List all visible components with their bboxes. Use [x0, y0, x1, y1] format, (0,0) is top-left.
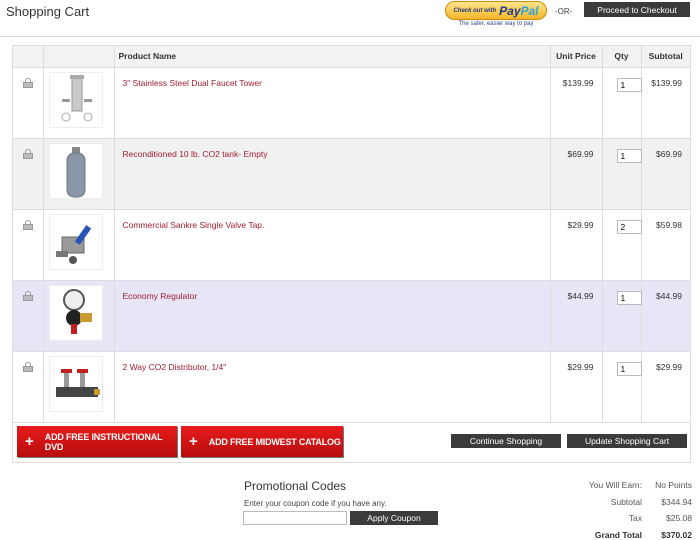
faucet-tower-image[interactable] — [48, 71, 103, 128]
lock-icon[interactable] — [22, 290, 33, 301]
sanke-tap-image[interactable] — [48, 213, 103, 270]
qty-input[interactable] — [616, 148, 642, 163]
distributor-image[interactable] — [48, 355, 103, 412]
paypal-checkout-button[interactable]: Check out with PayPal The safer, easier … — [445, 1, 547, 29]
row-subtotal: $59.98 — [640, 209, 690, 281]
paypal-logo: PayPal — [499, 4, 538, 18]
table-row: 3" Stainless Steel Dual Faucet Tower $13… — [13, 67, 690, 139]
tax-value: $25.08 — [666, 513, 692, 523]
apply-coupon-button[interactable]: Apply Coupon — [350, 511, 438, 525]
points-label: You Will Earn: — [588, 480, 642, 490]
header-divider — [0, 36, 700, 37]
points-value: No Points — [655, 480, 692, 490]
tax-label: Tax — [628, 513, 642, 523]
table-row: 2 Way CO2 Distributor, 1/4" $29.99 $29.9… — [13, 351, 690, 423]
unit-price: $44.99 — [549, 280, 602, 352]
add-free-dvd-label: ADD FREE INSTRUCTIONAL DVD — [44, 431, 163, 452]
product-link[interactable]: Economy Regulator — [123, 291, 198, 301]
promo-title: Promotional Codes — [244, 479, 347, 493]
cart-table: Product Name Unit Price Qty Subtotal 3" … — [13, 46, 690, 423]
page-title: Shopping Cart — [6, 4, 90, 19]
col-subtotal: Subtotal — [640, 46, 690, 68]
row-subtotal: $139.99 — [640, 67, 690, 139]
paypal-logo-pal: Pal — [520, 3, 539, 18]
paypal-tagline: The safer, easier way to pay — [458, 21, 534, 27]
unit-price: $139.99 — [549, 67, 602, 139]
continue-shopping-button[interactable]: Continue Shopping — [451, 434, 561, 448]
paypal-logo-pay: Pay — [499, 3, 521, 18]
product-link[interactable]: 2 Way CO2 Distributor, 1/4" — [123, 362, 227, 372]
grand-total-label: Grand Total — [594, 529, 642, 540]
add-free-dvd-button[interactable]: + ADD FREE INSTRUCTIONAL DVD — [17, 426, 177, 457]
add-free-catalog-button[interactable]: + ADD FREE MIDWEST CATALOG — [181, 426, 343, 457]
proceed-to-checkout-button[interactable]: Proceed to Checkout — [584, 2, 690, 17]
grand-total-value: $370.02 — [661, 529, 692, 540]
lock-icon[interactable] — [22, 361, 33, 372]
add-free-catalog-label: ADD FREE MIDWEST CATALOG — [208, 436, 341, 447]
regulator-image[interactable] — [48, 284, 103, 341]
grand-total-row: Grand Total $370.02 — [560, 530, 692, 540]
col-lock — [13, 46, 43, 68]
points-row: You Will Earn: No Points — [560, 480, 692, 497]
qty-input[interactable] — [616, 219, 642, 234]
or-separator: -OR- — [555, 7, 573, 16]
lock-icon[interactable] — [22, 77, 33, 88]
paypal-checkout-label: Check out with — [453, 7, 497, 14]
col-image — [42, 46, 114, 68]
unit-price: $69.99 — [549, 138, 602, 210]
col-qty: Qty — [601, 46, 641, 68]
plus-icon: + — [189, 433, 198, 450]
table-row: Reconditioned 10 lb. CO2 tank- Empty $69… — [13, 138, 690, 210]
promo-hint: Enter your coupon code if you have any. — [244, 499, 387, 508]
cart-header-row: Product Name Unit Price Qty Subtotal — [13, 46, 690, 68]
col-product-name: Product Name — [113, 46, 550, 68]
update-cart-button[interactable]: Update Shopping Cart — [567, 434, 687, 448]
table-row: Economy Regulator $44.99 $44.99 — [13, 280, 690, 352]
tax-row: Tax $25.08 — [560, 513, 692, 530]
subtotal-value: $344.94 — [661, 496, 692, 507]
subtotal-label: Subtotal — [610, 496, 642, 507]
qty-input[interactable] — [616, 290, 642, 305]
col-unit-price: Unit Price — [549, 46, 602, 68]
paypal-pill[interactable]: Check out with PayPal — [445, 1, 547, 20]
unit-price: $29.99 — [549, 351, 602, 423]
lock-icon[interactable] — [22, 148, 33, 159]
row-subtotal: $69.99 — [640, 138, 690, 210]
qty-input[interactable] — [616, 77, 642, 92]
qty-input[interactable] — [616, 361, 642, 376]
subtotal-row: Subtotal $344.94 — [560, 497, 692, 514]
lock-icon[interactable] — [22, 219, 33, 230]
product-link[interactable]: Commercial Sankre Single Valve Tap. — [123, 220, 265, 230]
table-row: Commercial Sankre Single Valve Tap. $29.… — [13, 209, 690, 281]
coupon-input[interactable] — [243, 511, 347, 525]
order-totals: You Will Earn: No Points Subtotal $344.94 … — [560, 480, 692, 540]
product-link[interactable]: 3" Stainless Steel Dual Faucet Tower — [123, 78, 262, 88]
cart-table-container: Product Name Unit Price Qty Subtotal 3" … — [12, 45, 691, 463]
row-subtotal: $44.99 — [640, 280, 690, 352]
unit-price: $29.99 — [549, 209, 602, 281]
plus-icon: + — [25, 433, 34, 450]
co2-tank-image[interactable] — [48, 142, 103, 199]
product-link[interactable]: Reconditioned 10 lb. CO2 tank- Empty — [123, 149, 268, 159]
row-subtotal: $29.99 — [640, 351, 690, 423]
